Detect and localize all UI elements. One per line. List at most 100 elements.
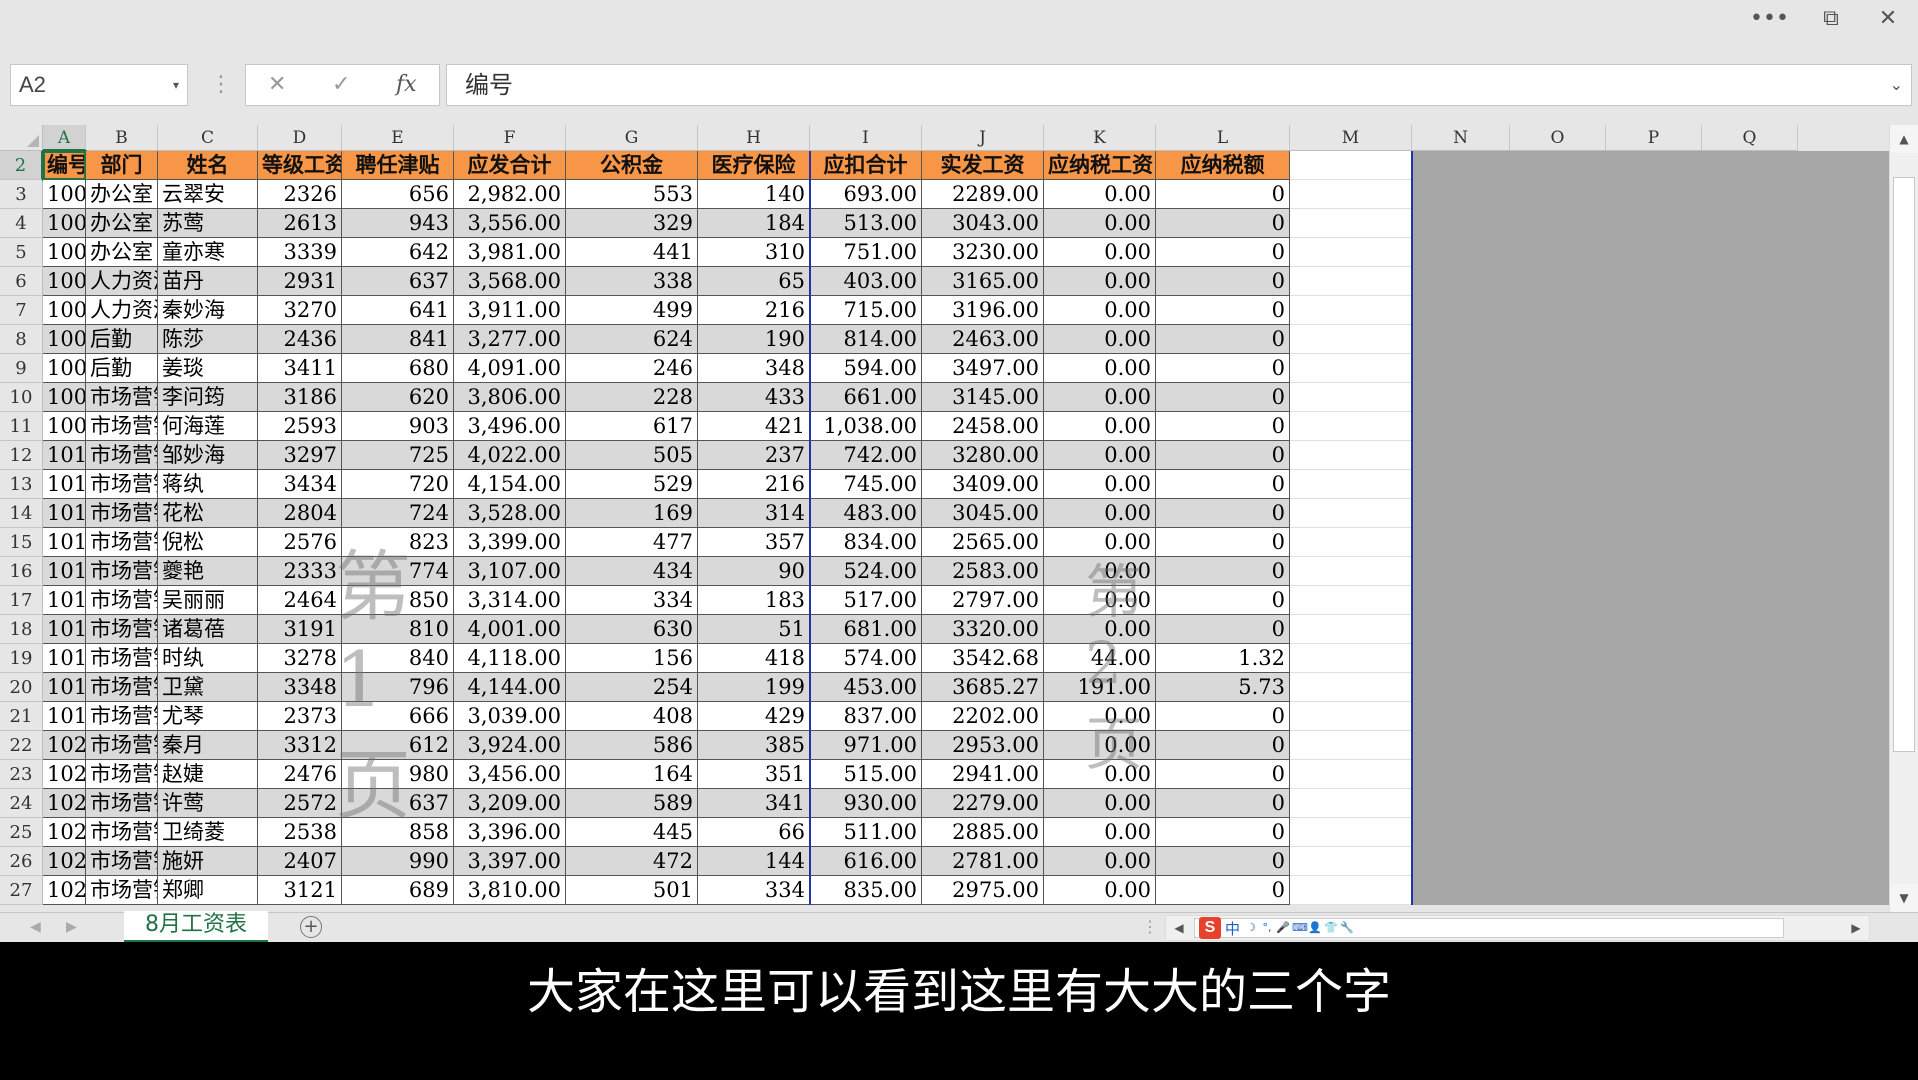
row-header-2[interactable]: 2	[0, 151, 43, 180]
table-cell[interactable]: 3,396.00	[454, 818, 566, 847]
table-cell[interactable]: 3,911.00	[454, 296, 566, 325]
row-header-21[interactable]: 21	[0, 702, 43, 731]
table-cell[interactable]: 715.00	[810, 296, 922, 325]
table-cell[interactable]: 334	[566, 586, 698, 615]
formula-bar-grip[interactable]: ⋮	[210, 70, 232, 100]
table-cell[interactable]: 65	[698, 267, 810, 296]
table-cell[interactable]: 3348	[258, 673, 342, 702]
table-cell[interactable]: 市场营销	[86, 644, 158, 673]
table-cell[interactable]: 823	[342, 528, 454, 557]
table-cell[interactable]: 329	[566, 209, 698, 238]
table-cell[interactable]: 1002	[43, 209, 86, 238]
row-header-20[interactable]: 20	[0, 673, 43, 702]
cancel-edit-icon[interactable]: ✕	[268, 65, 286, 105]
table-cell[interactable]: 183	[698, 586, 810, 615]
table-cell[interactable]: 0	[1156, 180, 1290, 209]
table-cell[interactable]: 倪松	[158, 528, 258, 557]
table-cell[interactable]: 许莺	[158, 789, 258, 818]
table-cell[interactable]: 吴丽丽	[158, 586, 258, 615]
table-cell[interactable]: 642	[342, 238, 454, 267]
table-cell[interactable]: 2333	[258, 557, 342, 586]
table-cell[interactable]: 246	[566, 354, 698, 383]
select-all-corner[interactable]	[0, 125, 43, 151]
table-cell[interactable]: 3,806.00	[454, 383, 566, 412]
table-cell[interactable]: 693.00	[810, 180, 922, 209]
table-cell[interactable]: 办公室	[86, 180, 158, 209]
empty-cell[interactable]	[1290, 702, 1412, 731]
table-cell[interactable]: 何海莲	[158, 412, 258, 441]
table-cell[interactable]: 1004	[43, 267, 86, 296]
table-cell[interactable]: 2279.00	[922, 789, 1044, 818]
table-cell[interactable]: 3,314.00	[454, 586, 566, 615]
table-cell[interactable]: 市场营销	[86, 470, 158, 499]
column-header-d[interactable]: D	[258, 125, 342, 151]
table-cell[interactable]: 0	[1156, 470, 1290, 499]
table-cell[interactable]: 市场营销	[86, 499, 158, 528]
table-cell[interactable]: 483.00	[810, 499, 922, 528]
empty-cell[interactable]	[1290, 296, 1412, 325]
empty-cell[interactable]	[1290, 180, 1412, 209]
table-cell[interactable]: 429	[698, 702, 810, 731]
table-cell[interactable]: 681.00	[810, 615, 922, 644]
table-cell[interactable]: 0.00	[1044, 354, 1156, 383]
table-cell[interactable]: 524.00	[810, 557, 922, 586]
table-cell[interactable]: 140	[698, 180, 810, 209]
row-header-14[interactable]: 14	[0, 499, 43, 528]
table-cell[interactable]: 637	[342, 267, 454, 296]
table-cell[interactable]: 0	[1156, 499, 1290, 528]
table-cell[interactable]: 1012	[43, 499, 86, 528]
row-header-16[interactable]: 16	[0, 557, 43, 586]
table-cell[interactable]: 市场营销	[86, 383, 158, 412]
table-cell[interactable]: 3280.00	[922, 441, 1044, 470]
column-header-b[interactable]: B	[86, 125, 158, 151]
table-cell[interactable]: 357	[698, 528, 810, 557]
table-cell[interactable]: 586	[566, 731, 698, 760]
empty-cell[interactable]	[1290, 673, 1412, 702]
keyboard-icon[interactable]: ⌨	[1292, 921, 1308, 935]
table-cell[interactable]: 351	[698, 760, 810, 789]
table-cell[interactable]: 李问筠	[158, 383, 258, 412]
table-cell[interactable]: 689	[342, 876, 454, 905]
table-cell[interactable]: 1014	[43, 557, 86, 586]
table-cell[interactable]: 童亦寒	[158, 238, 258, 267]
table-cell[interactable]: 0	[1156, 325, 1290, 354]
table-cell[interactable]: 499	[566, 296, 698, 325]
table-cell[interactable]: 0.00	[1044, 818, 1156, 847]
scroll-left-icon[interactable]: ◀	[1168, 916, 1190, 940]
table-cell[interactable]: 花松	[158, 499, 258, 528]
table-cell[interactable]: 190	[698, 325, 810, 354]
table-cell[interactable]: 513.00	[810, 209, 922, 238]
table-cell[interactable]: 3,039.00	[454, 702, 566, 731]
column-header-n[interactable]: N	[1412, 125, 1510, 151]
table-cell[interactable]: 0.00	[1044, 731, 1156, 760]
table-cell[interactable]: 2476	[258, 760, 342, 789]
table-cell[interactable]: 228	[566, 383, 698, 412]
header-cell[interactable]: 应发合计	[454, 151, 566, 180]
table-cell[interactable]: 市场营销	[86, 441, 158, 470]
table-cell[interactable]: 卫绮菱	[158, 818, 258, 847]
table-cell[interactable]: 421	[698, 412, 810, 441]
table-cell[interactable]: 2593	[258, 412, 342, 441]
table-cell[interactable]: 2941.00	[922, 760, 1044, 789]
vertical-scroll-thumb[interactable]	[1893, 177, 1915, 752]
ime-toolbar[interactable]: S 中 ☽ °, 🎤 ⌨ 👤 👕 🔧	[1199, 917, 1354, 939]
table-cell[interactable]: 641	[342, 296, 454, 325]
table-cell[interactable]: 2373	[258, 702, 342, 731]
header-cell[interactable]: 等级工资	[258, 151, 342, 180]
table-cell[interactable]: 3,209.00	[454, 789, 566, 818]
table-cell[interactable]: 624	[566, 325, 698, 354]
table-cell[interactable]: 2613	[258, 209, 342, 238]
table-cell[interactable]: 0.00	[1044, 847, 1156, 876]
row-header-26[interactable]: 26	[0, 847, 43, 876]
table-cell[interactable]: 2885.00	[922, 818, 1044, 847]
table-cell[interactable]: 216	[698, 470, 810, 499]
table-cell[interactable]: 810	[342, 615, 454, 644]
table-cell[interactable]: 630	[566, 615, 698, 644]
table-cell[interactable]: 0.00	[1044, 876, 1156, 905]
header-cell[interactable]: 应纳税额	[1156, 151, 1290, 180]
table-cell[interactable]: 市场营销	[86, 702, 158, 731]
table-cell[interactable]: 656	[342, 180, 454, 209]
table-cell[interactable]: 3,810.00	[454, 876, 566, 905]
table-cell[interactable]: 办公室	[86, 209, 158, 238]
table-cell[interactable]: 1008	[43, 383, 86, 412]
